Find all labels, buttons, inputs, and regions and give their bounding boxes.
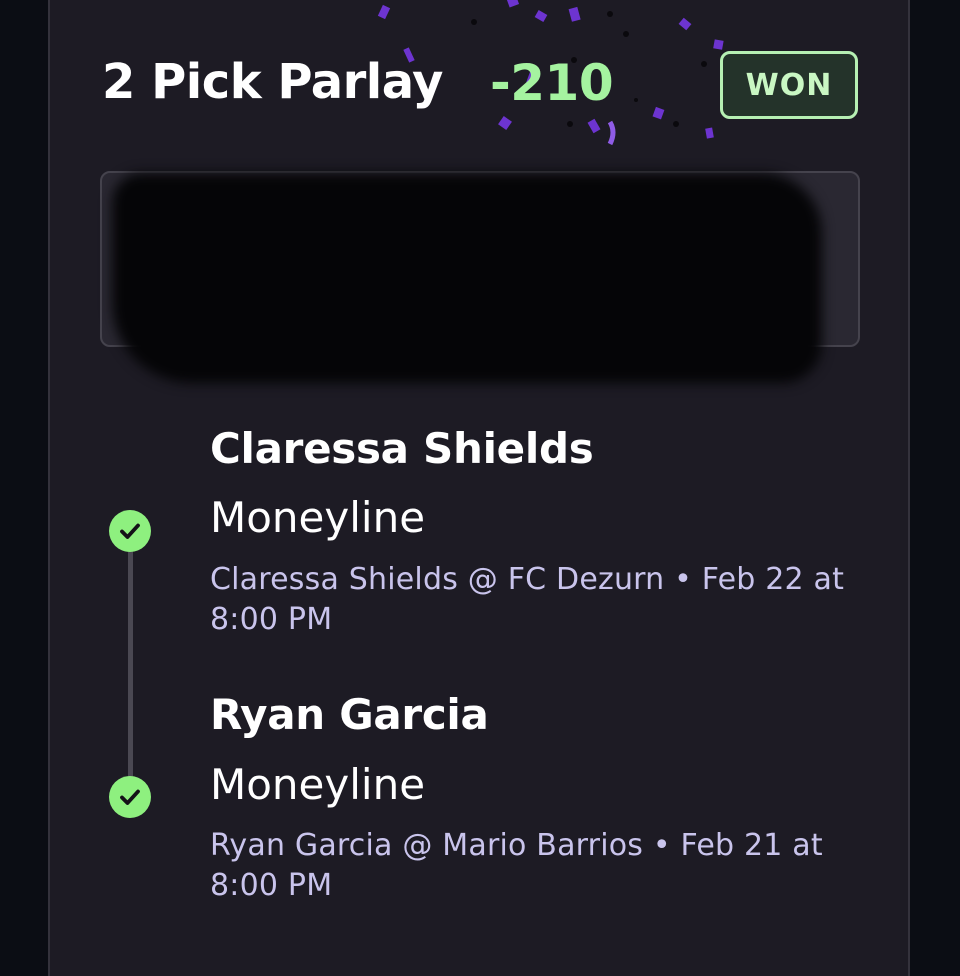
won-status-badge: WON — [720, 51, 858, 119]
leg-1-name: Claressa Shields — [210, 424, 594, 473]
redaction-overlay — [112, 173, 822, 383]
leg-1-market: Moneyline — [210, 493, 426, 542]
leg-1-detail: Claressa Shields @ FC Dezurn • Feb 22 at… — [210, 562, 845, 637]
parlay-title: 2 Pick Parlay — [102, 54, 443, 110]
page: 2 Pick Parlay -210 WON Claressa Shields … — [0, 0, 960, 976]
checkmark-circle-icon — [109, 776, 151, 818]
leg-2-market: Moneyline — [210, 760, 426, 809]
leg-2-name: Ryan Garcia — [210, 690, 489, 739]
parlay-card[interactable]: 2 Pick Parlay -210 WON Claressa Shields … — [48, 0, 910, 976]
timeline-connector — [128, 548, 133, 780]
leg-2-detail: Ryan Garcia @ Mario Barrios • Feb 21 at … — [210, 828, 823, 903]
checkmark-circle-icon — [109, 510, 151, 552]
parlay-odds: -210 — [490, 54, 614, 112]
redacted-payout-box — [100, 171, 860, 383]
